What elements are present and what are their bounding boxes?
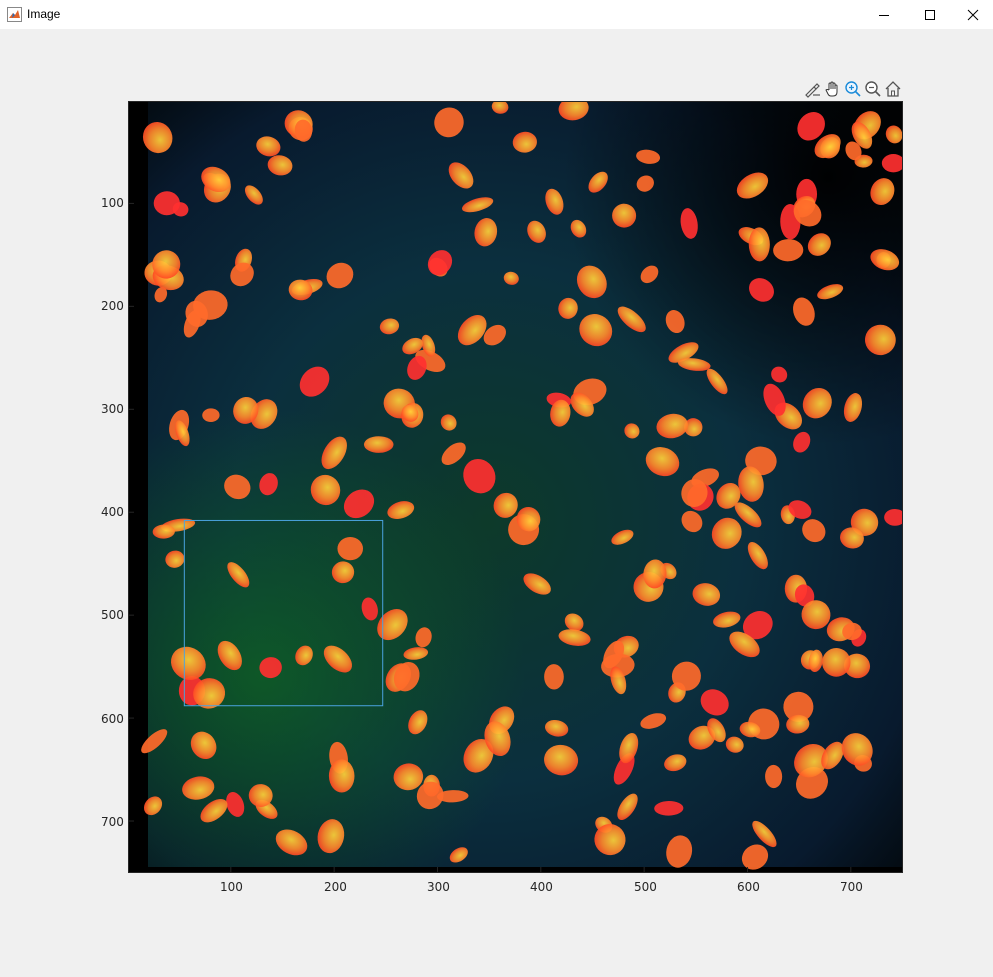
y-tick-200: 200 (101, 299, 124, 313)
zoom-in-icon (845, 81, 861, 97)
x-tick-700: 700 (840, 880, 863, 894)
cell-blob (337, 536, 364, 561)
home-button[interactable] (883, 79, 903, 99)
title-bar: Image (0, 0, 993, 29)
window-title: Image (27, 7, 61, 21)
zoom-in-button[interactable] (843, 79, 863, 99)
y-tick-300: 300 (101, 402, 124, 416)
axes-toolbar (803, 79, 903, 99)
image-axes[interactable] (128, 101, 903, 873)
x-tick-300: 300 (427, 880, 450, 894)
close-icon (967, 9, 979, 20)
matlab-icon (7, 7, 22, 22)
close-button[interactable] (953, 0, 993, 29)
minimize-icon (879, 14, 889, 16)
home-icon (885, 81, 901, 97)
x-tick-200: 200 (324, 880, 347, 894)
x-tick-600: 600 (737, 880, 760, 894)
cell-blob (363, 436, 394, 453)
pan-hand-icon (825, 81, 838, 97)
maximize-icon (925, 9, 935, 20)
y-tick-500: 500 (101, 608, 124, 622)
y-tick-600: 600 (101, 712, 124, 726)
zoom-out-icon (865, 81, 881, 97)
maximize-button[interactable] (907, 0, 953, 29)
x-tick-100: 100 (220, 880, 243, 894)
zoom-out-button[interactable] (863, 79, 883, 99)
brush-button[interactable] (803, 79, 823, 99)
y-tick-400: 400 (101, 505, 124, 519)
minimize-button[interactable] (861, 0, 907, 29)
y-tick-100: 100 (101, 196, 124, 210)
y-tick-700: 700 (101, 815, 124, 829)
x-tick-500: 500 (634, 880, 657, 894)
pan-button[interactable] (823, 79, 843, 99)
brush-icon (805, 83, 820, 98)
x-tick-400: 400 (530, 880, 553, 894)
